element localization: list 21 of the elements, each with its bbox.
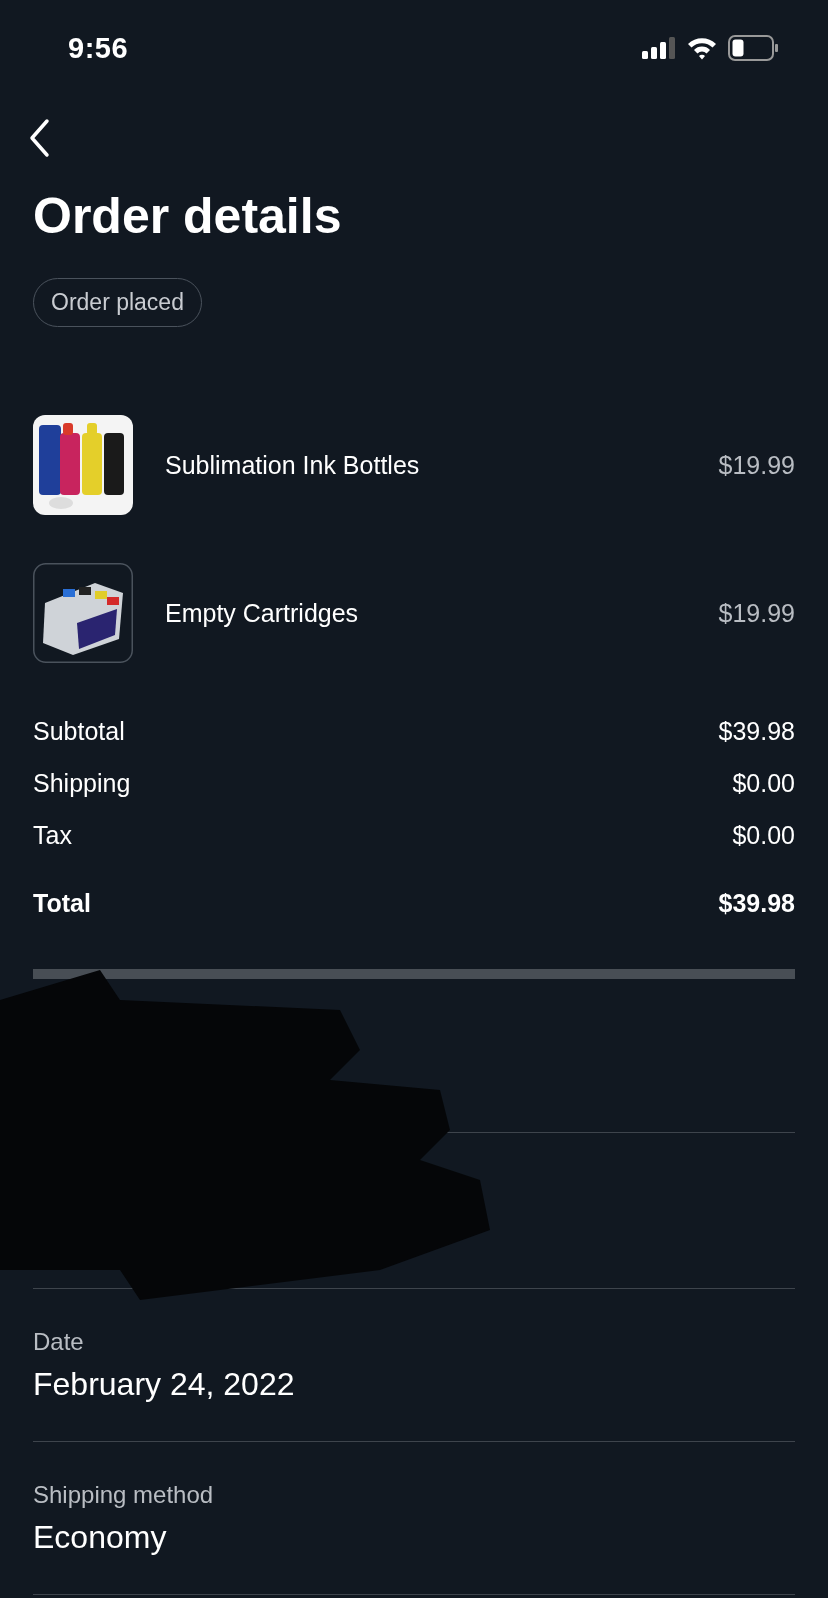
signal-icon [642,37,676,59]
item-price: $19.99 [718,450,795,480]
detail-value: February 24, 2022 [33,1365,296,1403]
detail-value: Economy [33,1518,168,1556]
summary-value: $39.98 [718,888,795,918]
item-price: $19.99 [718,598,795,628]
status-time: 9:56 [68,31,129,65]
summary-label: Subtotal [33,716,125,746]
page-title: Order details [33,187,343,246]
detail-label: Date [33,1327,85,1356]
summary-label: Total [33,888,91,918]
summary-label: Tax [33,820,72,850]
summary-value: $0.00 [732,820,795,850]
summary-value: $0.00 [732,768,795,798]
detail-label: Shipping method [33,1480,215,1509]
summary-value: $39.98 [718,716,795,746]
battery-icon [728,35,778,61]
summary-label: Shipping [33,768,131,798]
item-name: Sublimation Ink Bottles [165,450,421,480]
item-name: Empty Cartridges [165,598,360,628]
wifi-icon [686,36,718,60]
